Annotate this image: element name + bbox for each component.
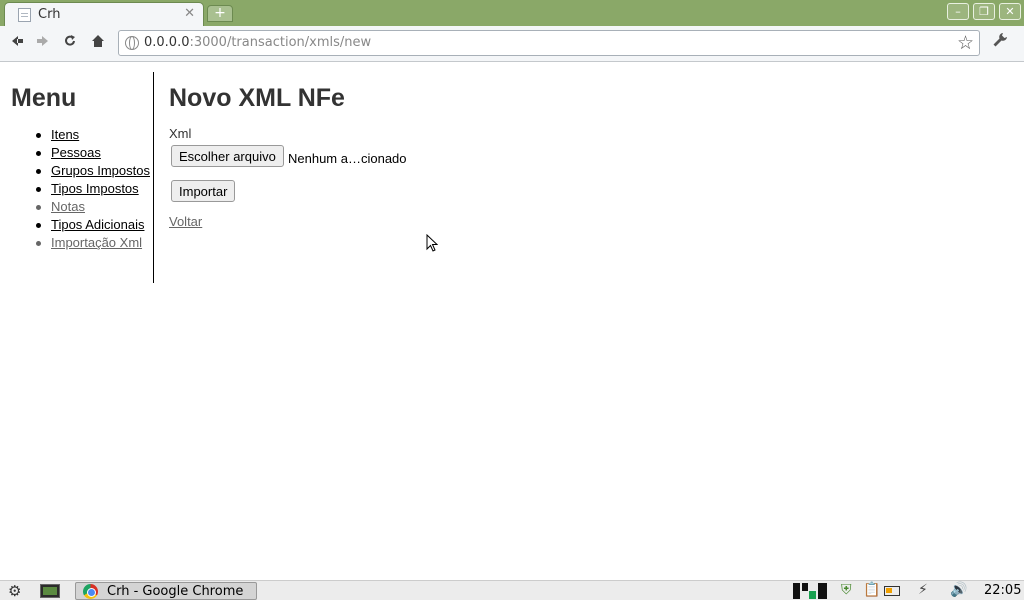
sidebar: Menu Itens Pessoas Grupos Impostos Tipos… bbox=[0, 72, 154, 283]
workspace-icon[interactable] bbox=[793, 583, 827, 599]
menu-link-grupos-impostos[interactable]: Grupos Impostos bbox=[51, 163, 150, 178]
gear-icon[interactable]: ⚙ bbox=[8, 582, 21, 600]
close-tab-icon[interactable]: ✕ bbox=[184, 6, 195, 21]
menu-link-tipos-adicionais[interactable]: Tipos Adicionais bbox=[51, 217, 144, 232]
clipboard-icon[interactable]: 📋 bbox=[863, 582, 880, 598]
shield-icon[interactable]: ⛨ bbox=[841, 582, 852, 598]
menu-item-tipos-adicionais: Tipos Adicionais bbox=[36, 216, 151, 234]
desktop-icon[interactable] bbox=[40, 584, 60, 598]
battery-icon[interactable] bbox=[884, 586, 900, 596]
clock: 22:05 bbox=[984, 583, 1022, 598]
menu-link-importacao-xml[interactable]: Importação Xml bbox=[51, 235, 142, 250]
chrome-icon bbox=[83, 584, 98, 599]
window-close-button[interactable]: ✕ bbox=[999, 3, 1021, 20]
menu-link-tipos-impostos[interactable]: Tipos Impostos bbox=[51, 181, 139, 196]
forward-icon[interactable] bbox=[33, 33, 53, 53]
page-icon bbox=[18, 8, 31, 22]
url-host: 0.0.0.0 bbox=[144, 35, 190, 50]
menu-item-importacao-xml: Importação Xml bbox=[36, 234, 151, 252]
menu-item-tipos-impostos: Tipos Impostos bbox=[36, 180, 151, 198]
choose-file-button[interactable]: Escolher arquivo bbox=[171, 145, 284, 167]
tab-title: Crh bbox=[38, 7, 61, 22]
minimize-button[interactable]: – bbox=[947, 3, 969, 20]
reload-icon[interactable] bbox=[60, 33, 80, 53]
maximize-button[interactable]: ❐ bbox=[973, 3, 995, 20]
taskbar-chrome-window[interactable]: Crh - Google Chrome bbox=[75, 582, 257, 600]
menu-item-grupos-impostos: Grupos Impostos bbox=[36, 162, 151, 180]
menu-link-pessoas[interactable]: Pessoas bbox=[51, 145, 101, 160]
page-content: Menu Itens Pessoas Grupos Impostos Tipos… bbox=[0, 62, 1024, 580]
volume-icon[interactable]: 🔊 bbox=[950, 582, 967, 598]
back-link[interactable]: Voltar bbox=[169, 214, 202, 229]
taskbar: ⚙ Crh - Google Chrome ⛨ 📋 ⚡ 🔊 22:05 bbox=[0, 580, 1024, 600]
menu-item-itens: Itens bbox=[36, 126, 151, 144]
star-icon[interactable]: ☆ bbox=[957, 32, 974, 54]
wrench-icon[interactable] bbox=[992, 32, 1008, 53]
browser-titlebar: Crh ✕ + – ❐ ✕ bbox=[0, 0, 1024, 26]
mouse-cursor-icon bbox=[426, 234, 438, 252]
address-bar[interactable]: 0.0.0.0:3000/transaction/xmls/new ☆ bbox=[118, 30, 980, 56]
network-icon[interactable]: ⚡ bbox=[918, 582, 928, 598]
menu-list: Itens Pessoas Grupos Impostos Tipos Impo… bbox=[36, 126, 151, 252]
url-text[interactable]: 0.0.0.0:3000/transaction/xmls/new bbox=[144, 35, 371, 50]
taskbar-window-label: Crh - Google Chrome bbox=[107, 584, 244, 599]
file-status-text: Nenhum a…cionado bbox=[288, 151, 407, 166]
menu-item-notas: Notas bbox=[36, 198, 151, 216]
xml-field-label: Xml bbox=[169, 126, 192, 141]
import-button[interactable]: Importar bbox=[171, 180, 236, 202]
menu-link-notas[interactable]: Notas bbox=[51, 199, 85, 214]
browser-toolbar: 0.0.0.0:3000/transaction/xmls/new ☆ bbox=[0, 26, 1024, 62]
globe-icon bbox=[125, 36, 139, 50]
tab-crh[interactable]: Crh ✕ bbox=[4, 2, 204, 26]
main-content: Novo XML NFe Xml Escolher arquivo Nenhum… bbox=[169, 62, 969, 362]
menu-title: Menu bbox=[11, 84, 77, 112]
new-tab-button[interactable]: + bbox=[207, 5, 233, 22]
back-icon[interactable] bbox=[7, 33, 27, 53]
url-path: :3000/transaction/xmls/new bbox=[189, 35, 372, 50]
menu-item-pessoas: Pessoas bbox=[36, 144, 151, 162]
menu-link-itens[interactable]: Itens bbox=[51, 127, 79, 142]
page-title: Novo XML NFe bbox=[169, 84, 345, 112]
home-icon[interactable] bbox=[88, 33, 108, 53]
